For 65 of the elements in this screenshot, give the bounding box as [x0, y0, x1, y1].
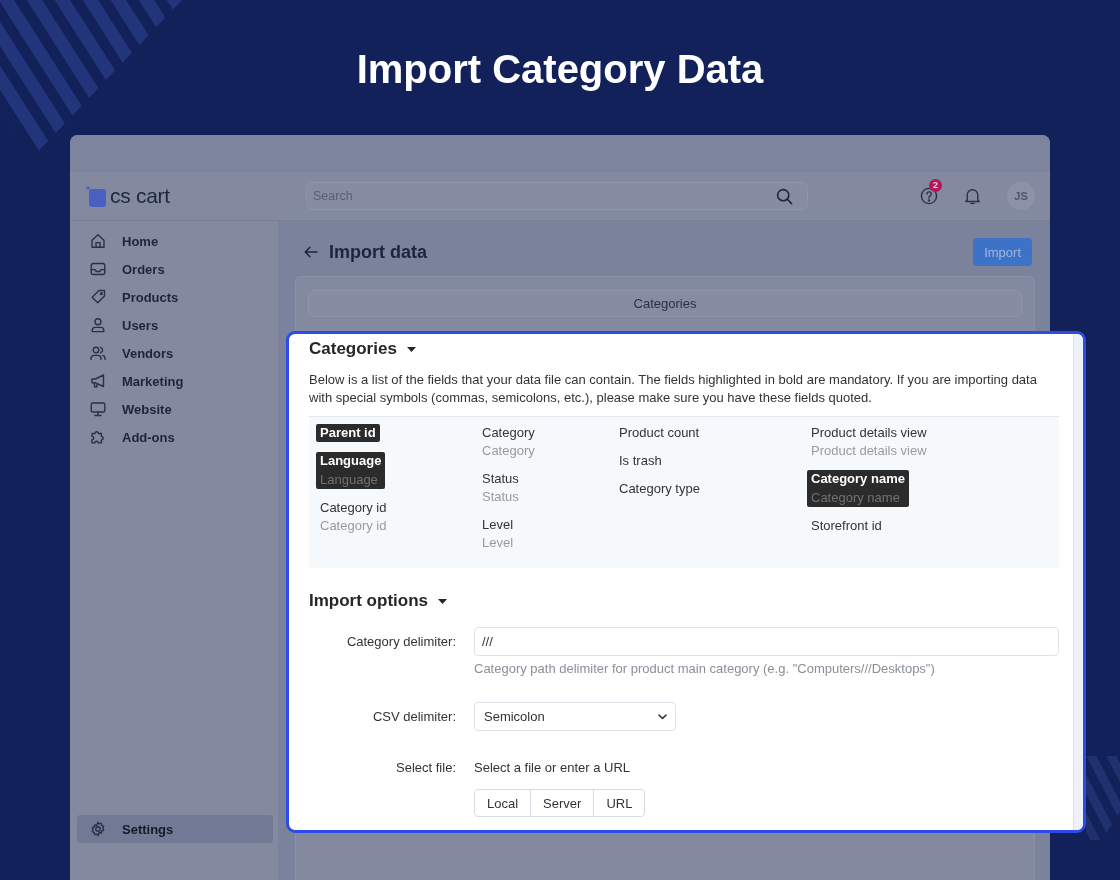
back-arrow-icon[interactable] — [304, 246, 318, 258]
sidebar-item[interactable]: Add-ons — [70, 423, 278, 451]
chevron-down-icon — [658, 713, 667, 720]
dropdown-select[interactable]: Semicolon — [474, 702, 676, 731]
text-field[interactable]: /// — [474, 627, 1059, 656]
tag-icon — [90, 289, 106, 305]
object-tab[interactable]: Categories — [308, 290, 1022, 317]
instruction-text: Select a file or enter a URL — [474, 759, 632, 777]
sidebar-item[interactable]: Home — [70, 227, 278, 255]
file-source-button[interactable]: Local — [474, 789, 532, 817]
field-example: Language — [320, 471, 379, 489]
megaphone-icon — [90, 373, 106, 389]
import-button[interactable]: Import — [973, 238, 1032, 266]
sidebar-item[interactable]: Products — [70, 283, 278, 311]
user-icon — [90, 317, 106, 333]
field-name: Storefront id — [811, 517, 882, 535]
field-name: Language — [320, 452, 382, 470]
gear-icon — [90, 821, 106, 837]
field-name: Status — [482, 470, 519, 488]
form-label: Category delimiter: — [345, 633, 456, 651]
field-example: Product details view — [811, 442, 927, 460]
field-name: Parent id — [320, 424, 376, 442]
page-heading: Import data — [329, 241, 427, 263]
sidebar-item[interactable]: Orders — [70, 255, 278, 283]
form-label: CSV delimiter: — [371, 708, 456, 726]
help-text: Category path delimiter for product main category (e.g. "Computers///Desktops") — [474, 660, 936, 678]
sidebar-item[interactable]: Vendors — [70, 339, 278, 367]
notification-badge: 2 — [929, 179, 942, 192]
section-toggle[interactable]: Import options — [309, 590, 447, 612]
sidebar-item[interactable]: Marketing — [70, 367, 278, 395]
inbox-icon — [90, 261, 106, 277]
field-name: Product count — [619, 424, 700, 442]
field-name: Product details view — [811, 424, 927, 442]
description-text: Below is a list of the fields that your data file can contain. The fields highlighted in bold are mandatory. If you are importing data with special symbols (commas, semicolons, etc.), please make sure you have these fields quoted. — [309, 371, 1038, 407]
sidebar-item[interactable]: Settings — [77, 815, 273, 843]
users-icon — [90, 345, 106, 361]
logo-text[interactable]: cs cart — [110, 184, 170, 208]
bell-icon[interactable] — [964, 187, 981, 205]
user-avatar[interactable]: JS — [1007, 182, 1035, 210]
monitor-icon — [90, 401, 106, 417]
search-icon[interactable] — [776, 187, 793, 205]
form-label: Select file: — [395, 759, 456, 777]
page-title: Import Category Data — [356, 46, 764, 93]
field-example: Category — [482, 442, 535, 460]
field-name: Category name — [811, 470, 905, 488]
help-icon[interactable] — [920, 187, 938, 205]
sidebar-item[interactable]: Users — [70, 311, 278, 339]
field-name: Category — [482, 424, 535, 442]
section-toggle[interactable]: Categories — [309, 338, 416, 360]
logo-icon — [86, 185, 106, 207]
file-source-button[interactable]: URL — [593, 789, 646, 817]
field-name: Is trash — [619, 452, 662, 470]
field-example: Category name — [811, 489, 901, 507]
field-example: Category id — [320, 517, 387, 535]
home-icon — [90, 233, 106, 249]
field-example: Level — [482, 534, 514, 552]
field-name: Category type — [619, 480, 700, 498]
field-name: Level — [482, 516, 514, 534]
puzzle-icon — [90, 429, 106, 445]
file-source-button[interactable]: Server — [530, 789, 595, 817]
caret-icon — [438, 598, 447, 604]
field-name: Category id — [320, 499, 387, 517]
sidebar-item[interactable]: Website — [70, 395, 278, 423]
field-example: Status — [482, 488, 519, 506]
caret-icon — [406, 346, 416, 352]
